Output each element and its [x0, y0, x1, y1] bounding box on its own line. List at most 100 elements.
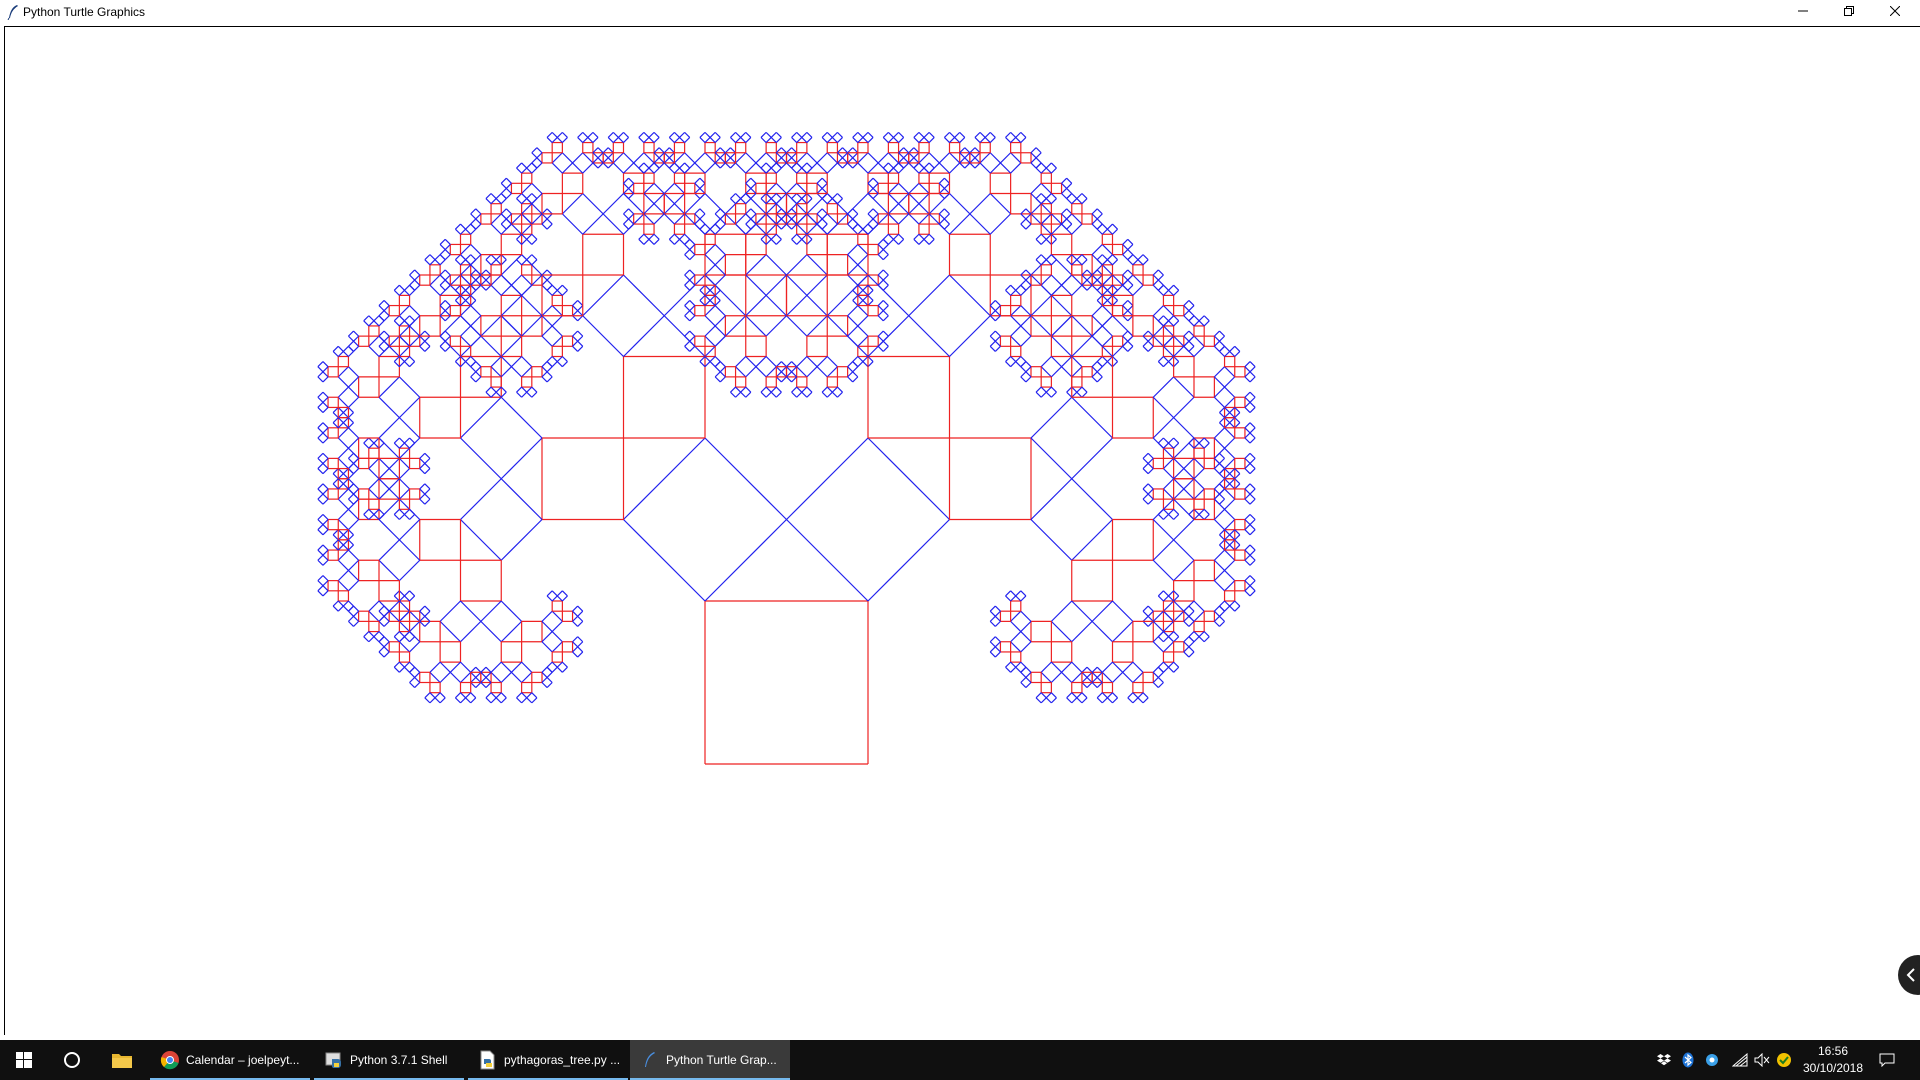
- tree-stroke: [317, 580, 324, 587]
- tree-stroke: [1030, 294, 1052, 317]
- tree-stroke: [1203, 315, 1210, 322]
- tree-stroke: [409, 508, 416, 515]
- file-explorer-button[interactable]: [98, 1040, 146, 1080]
- tree-stroke: [689, 300, 696, 306]
- tree-stroke: [1213, 519, 1225, 531]
- tree-stroke: [470, 228, 477, 235]
- tree-stroke: [1035, 697, 1042, 704]
- tree-stroke: [689, 345, 696, 352]
- tree-stroke: [918, 167, 925, 174]
- tree-stroke: [837, 152, 843, 159]
- tree-stroke: [551, 305, 563, 317]
- tree-stroke: [353, 483, 360, 490]
- tree-stroke: [1152, 376, 1175, 398]
- restore-button[interactable]: [1826, 0, 1872, 22]
- tree-stroke: [1101, 661, 1113, 673]
- turtle-canvas[interactable]: [5, 27, 1919, 1034]
- tree-stroke: [1168, 590, 1175, 597]
- tree-stroke: [485, 279, 492, 286]
- tree-stroke: [551, 131, 558, 138]
- tree-stroke: [745, 294, 767, 317]
- taskbar-clock[interactable]: 16:56 30/10/2018: [1790, 1043, 1876, 1077]
- tree-stroke: [541, 371, 548, 378]
- cortana-button[interactable]: [48, 1040, 96, 1080]
- edge-expand-tab[interactable]: [1898, 955, 1920, 995]
- tree-stroke: [908, 274, 950, 317]
- tree-stroke: [495, 254, 502, 261]
- tree-stroke: [556, 590, 563, 597]
- tree-stroke: [342, 534, 349, 541]
- tree-stroke: [322, 407, 329, 413]
- tree-stroke: [521, 213, 533, 225]
- tree-stroke: [1096, 218, 1103, 225]
- tree-stroke: [959, 137, 966, 143]
- tree-stroke: [526, 391, 533, 398]
- close-button[interactable]: [1872, 0, 1918, 22]
- taskbar-app-turtle-graphics[interactable]: Python Turtle Grap...: [630, 1040, 790, 1080]
- tree-stroke: [765, 203, 777, 215]
- tree-stroke: [1045, 193, 1052, 200]
- tree-stroke: [857, 244, 869, 256]
- tree-stroke: [577, 610, 584, 617]
- tree-stroke: [424, 254, 431, 261]
- taskbar-app-calendar[interactable]: Calendar – joelpeyt...: [150, 1040, 310, 1080]
- tree-stroke: [332, 412, 339, 419]
- tree-stroke: [1096, 300, 1103, 306]
- tree-stroke: [1229, 600, 1236, 607]
- tree-stroke: [1173, 661, 1180, 668]
- tree-stroke: [572, 305, 579, 312]
- tree-stroke: [760, 162, 767, 169]
- tree-stroke: [342, 468, 349, 475]
- tree-stroke: [480, 269, 487, 276]
- start-button[interactable]: [0, 1040, 48, 1080]
- tray-volume[interactable]: [1750, 1040, 1774, 1080]
- tree-stroke: [541, 213, 548, 220]
- tree-stroke: [872, 223, 879, 230]
- title-bar[interactable]: Python Turtle Graphics: [0, 0, 1920, 27]
- tree-stroke: [689, 249, 696, 256]
- tree-stroke: [1096, 361, 1103, 368]
- tree-stroke: [1183, 478, 1195, 490]
- tree-stroke: [1045, 386, 1052, 393]
- tree-stroke: [979, 131, 986, 138]
- tree-stroke: [1244, 422, 1251, 429]
- tree-stroke: [1219, 529, 1225, 536]
- tree-stroke: [398, 417, 421, 439]
- tree-stroke: [1244, 580, 1251, 587]
- taskbar-app-pythagoras-file[interactable]: pythagoras_tree.py ...: [468, 1040, 628, 1080]
- tree-stroke: [388, 457, 400, 469]
- tree-stroke: [694, 208, 701, 215]
- tree-stroke: [1193, 320, 1200, 327]
- tree-stroke: [419, 610, 426, 617]
- tree-stroke: [1076, 386, 1083, 393]
- tray-bluetooth[interactable]: [1676, 1040, 1700, 1080]
- tray-network[interactable]: [1728, 1040, 1752, 1080]
- tree-stroke: [1040, 391, 1047, 398]
- tray-app-indicator[interactable]: [1700, 1040, 1724, 1080]
- tree-stroke: [551, 610, 563, 622]
- tree-stroke: [786, 294, 808, 317]
- tree-stroke: [363, 320, 370, 327]
- tree-stroke: [714, 147, 721, 154]
- tree-stroke: [1045, 233, 1052, 240]
- tree-stroke: [490, 692, 497, 699]
- tree-stroke: [1101, 254, 1108, 261]
- tree-stroke: [699, 218, 706, 225]
- tree-stroke: [668, 162, 675, 169]
- tree-stroke: [1081, 676, 1088, 683]
- tree-stroke: [582, 193, 604, 215]
- tree-stroke: [546, 376, 553, 383]
- taskbar-app-python-shell[interactable]: Python 3.7.1 Shell: [314, 1040, 464, 1080]
- tree-stroke: [1249, 391, 1256, 398]
- tree-stroke: [765, 137, 772, 143]
- tree-stroke: [913, 157, 920, 164]
- tree-stroke: [842, 152, 849, 159]
- tree-stroke: [796, 167, 803, 174]
- action-center-button[interactable]: [1870, 1040, 1904, 1080]
- tree-stroke: [623, 182, 630, 189]
- minimize-button[interactable]: [1780, 0, 1826, 22]
- tree-stroke: [1234, 534, 1241, 541]
- tree-stroke: [1045, 259, 1052, 266]
- tray-dropbox[interactable]: [1652, 1040, 1676, 1080]
- tree-stroke: [1244, 483, 1251, 490]
